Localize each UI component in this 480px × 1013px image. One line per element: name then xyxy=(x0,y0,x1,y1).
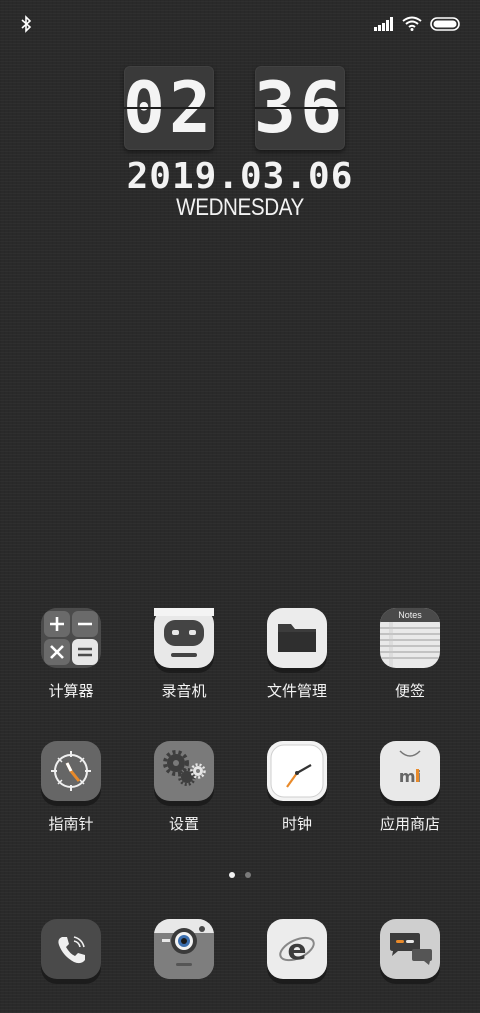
status-bar xyxy=(0,0,480,50)
clock-weekday: WEDNESDAY xyxy=(176,194,304,221)
page-indicator[interactable] xyxy=(0,872,480,878)
clock-date: 2019.03.06 xyxy=(126,156,354,197)
phone-icon xyxy=(41,919,101,984)
app-label: 应用商店 xyxy=(379,815,440,833)
browser-icon: e xyxy=(267,919,327,984)
page-dot-2[interactable] xyxy=(245,872,251,878)
settings-gear-icon xyxy=(154,741,214,806)
clock-hours: 02 xyxy=(124,67,214,149)
app-label: 录音机 xyxy=(161,682,207,700)
app-notes[interactable]: Notes 便签 xyxy=(360,608,460,701)
clock-hours-card: 02 xyxy=(124,66,214,150)
app-clock[interactable]: 时钟 xyxy=(247,741,347,834)
app-label: 时钟 xyxy=(281,815,312,833)
wifi-icon xyxy=(402,16,422,35)
app-store[interactable]: mi 应用商店 xyxy=(360,741,460,834)
calculator-icon xyxy=(41,608,101,668)
clock-minutes: 36 xyxy=(255,67,345,149)
app-settings[interactable]: 设置 xyxy=(134,741,234,834)
page-dot-1[interactable] xyxy=(229,872,235,878)
app-label: 指南针 xyxy=(48,815,94,833)
compass-icon xyxy=(41,741,101,806)
app-label: 计算器 xyxy=(48,682,94,700)
app-calculator[interactable]: 计算器 xyxy=(21,608,121,701)
signal-icon xyxy=(374,16,394,35)
clock-minutes-card: 36 xyxy=(255,66,345,150)
clock-icon xyxy=(267,741,327,806)
dock-camera[interactable] xyxy=(134,919,234,979)
app-file-manager[interactable]: 文件管理 xyxy=(247,608,347,701)
notes-icon: Notes xyxy=(380,608,440,668)
camera-icon xyxy=(154,919,214,979)
dock-phone[interactable] xyxy=(21,919,121,984)
recorder-icon xyxy=(154,608,214,673)
bluetooth-icon xyxy=(20,15,32,37)
folder-icon xyxy=(267,608,327,673)
app-compass[interactable]: 指南针 xyxy=(21,741,121,834)
svg-text:Notes: Notes xyxy=(398,610,422,620)
app-store-icon: mi xyxy=(380,741,440,806)
dock-messages[interactable] xyxy=(360,919,460,984)
messages-icon xyxy=(380,919,440,984)
svg-text:e: e xyxy=(288,933,307,966)
app-label: 设置 xyxy=(168,815,199,833)
battery-icon xyxy=(430,16,460,35)
app-recorder[interactable]: 录音机 xyxy=(134,608,234,701)
app-label: 文件管理 xyxy=(266,682,327,700)
app-label: 便签 xyxy=(394,682,425,700)
dock-browser[interactable]: e xyxy=(247,919,347,984)
